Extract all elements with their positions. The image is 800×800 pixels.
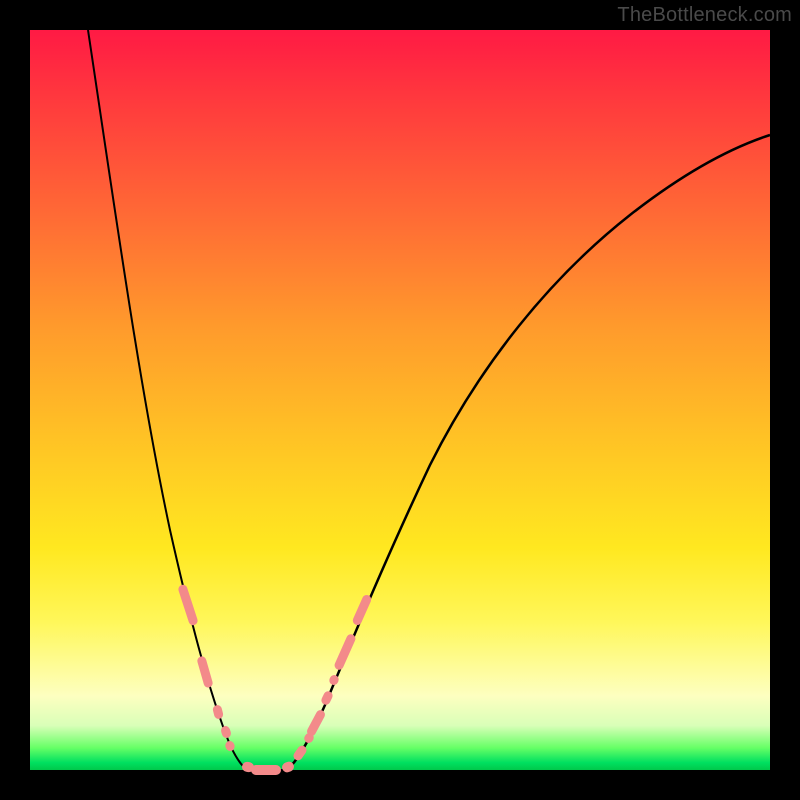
curve-marker <box>333 633 357 671</box>
curve-marker <box>320 690 334 707</box>
curve-left-branch <box>88 30 250 770</box>
watermark-text: TheBottleneck.com <box>617 4 792 27</box>
curve-marker <box>251 765 281 775</box>
marker-group <box>177 584 372 775</box>
curve-marker <box>224 740 236 752</box>
curve-marker <box>220 725 232 739</box>
curve-layer <box>30 30 770 770</box>
outer-frame: TheBottleneck.com <box>0 0 800 800</box>
curve-marker <box>177 584 199 627</box>
curve-marker <box>196 655 213 688</box>
curve-right-branch <box>285 135 770 770</box>
curve-marker <box>305 709 326 738</box>
curve-marker <box>212 704 224 720</box>
curve-marker <box>351 594 372 627</box>
plot-area <box>30 30 770 770</box>
